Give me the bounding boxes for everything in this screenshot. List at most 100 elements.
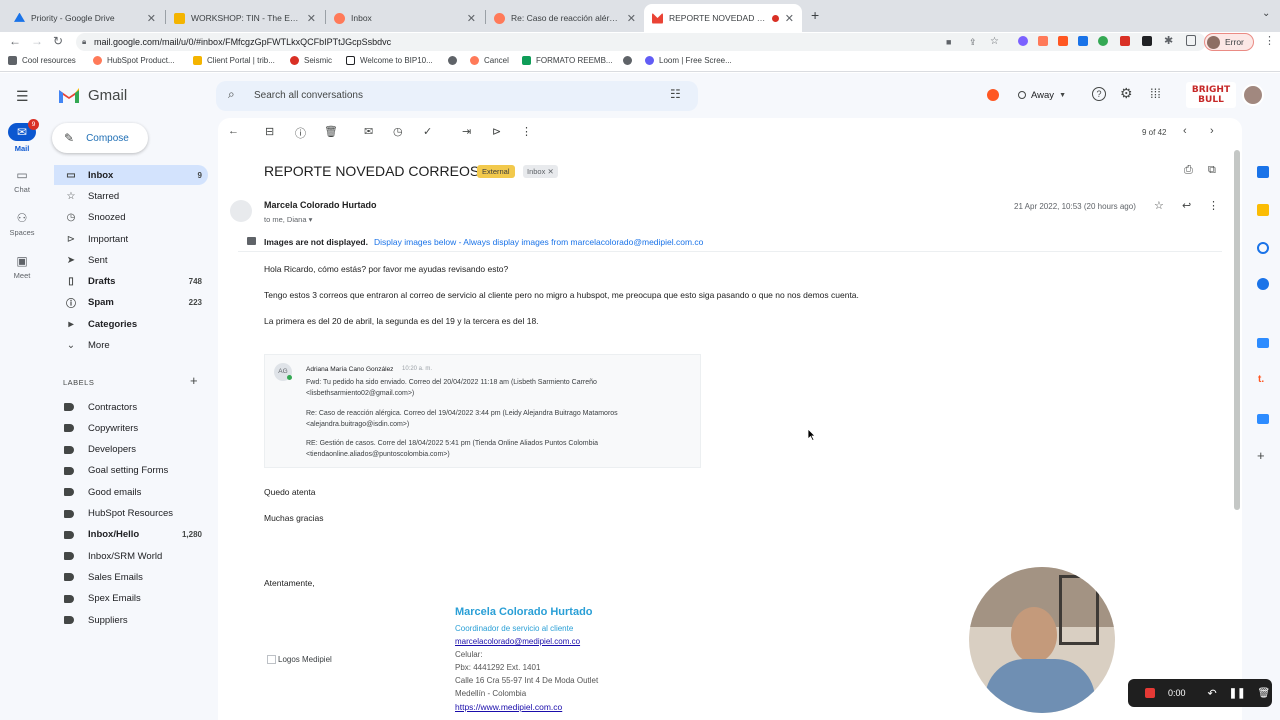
signature-website-link[interactable]: https://www.medipiel.com.co (455, 702, 562, 712)
extension-icon[interactable] (1120, 36, 1130, 46)
back-arrow-icon[interactable]: ← (9, 34, 21, 48)
zoom-icon[interactable] (1257, 338, 1269, 348)
extension-icon[interactable] (1018, 36, 1028, 46)
apps-grid-icon[interactable]: ⁞⁞⁞ (1150, 86, 1161, 101)
compose-button[interactable]: ✎ Compose (52, 123, 148, 153)
pause-icon[interactable]: ❚❚ (1229, 688, 1246, 699)
nav-categories[interactable]: ▸ Categories (54, 314, 208, 334)
trash-icon[interactable]: 🗑︎ (1258, 688, 1271, 699)
label-item[interactable]: Spex Emails (54, 589, 208, 609)
label-icon[interactable]: ⊳ (492, 125, 501, 138)
search-input[interactable]: Search all conversations (254, 90, 363, 101)
label-item[interactable]: Inbox/SRM World (54, 546, 208, 566)
reload-icon[interactable]: ↻ (53, 34, 63, 48)
help-icon[interactable]: ? (1092, 87, 1106, 101)
extension-icon[interactable] (1038, 36, 1048, 46)
back-to-inbox-icon[interactable]: ← (228, 125, 239, 137)
tab-search-icon[interactable]: ⌄ (1262, 8, 1270, 19)
newer-chevron-icon[interactable]: ‹ (1183, 125, 1187, 137)
bookmark-formato-reemb[interactable]: FORMATO REEMB... (522, 56, 613, 65)
scrollbar-thumb[interactable] (1234, 150, 1240, 510)
settings-gear-icon[interactable]: ⚙ (1120, 85, 1133, 102)
bookmark-globe[interactable] (623, 56, 637, 65)
account-avatar[interactable] (1242, 84, 1264, 106)
extension-icon[interactable]: t. (1258, 374, 1264, 385)
nav-more[interactable]: ⌄ More (54, 335, 208, 355)
bookmark-client-portal[interactable]: Client Portal | trib... (193, 56, 275, 65)
rail-chat[interactable]: ▭ Chat (0, 168, 44, 194)
nav-snoozed[interactable]: ◷ Snoozed (54, 207, 208, 227)
move-to-icon[interactable]: ⇥ (462, 125, 471, 138)
nav-inbox[interactable]: ▭ Inbox 9 (54, 165, 208, 185)
tab-inbox[interactable]: Inbox ✕ (326, 4, 484, 32)
zoom-icon[interactable] (1257, 414, 1269, 424)
star-icon[interactable]: ☆ (1154, 199, 1164, 212)
recipients[interactable]: to me, Diana ▾ (264, 215, 312, 224)
archive-icon[interactable]: ⊟ (265, 125, 274, 138)
status-dropdown[interactable]: Away ▼ (1012, 85, 1074, 105)
tab-workshop[interactable]: WORKSHOP: TIN - The Essent ✕ (166, 4, 324, 32)
close-tab-icon[interactable]: ✕ (627, 12, 636, 25)
close-tab-icon[interactable]: ✕ (467, 12, 476, 25)
close-tab-icon[interactable]: ✕ (307, 12, 316, 25)
extension-icon[interactable] (1078, 36, 1088, 46)
camera-icon[interactable]: ■ (946, 33, 951, 51)
inbox-label-chip[interactable]: Inbox ✕ (523, 165, 558, 178)
nav-sent[interactable]: ➤ Sent (54, 250, 208, 270)
report-spam-icon[interactable]: ⓘ (295, 125, 306, 141)
close-tab-icon[interactable]: ✕ (147, 12, 156, 25)
extension-badge-icon[interactable] (987, 89, 999, 101)
nav-important[interactable]: ⊳ Important (54, 229, 208, 249)
delete-icon[interactable]: 🗑︎ (324, 125, 338, 138)
bookmark-seismic[interactable]: Seismic (290, 56, 332, 65)
display-images-link[interactable]: Display images below - Always display im… (374, 237, 703, 247)
search-bar[interactable]: ⌕ Search all conversations ☷ (216, 81, 698, 111)
puzzle-icon[interactable]: ✱ (1164, 34, 1173, 47)
webcam-bubble[interactable] (969, 567, 1115, 713)
label-item[interactable]: Suppliers (54, 610, 208, 630)
bookmark-loom[interactable]: Loom | Free Scree... (645, 56, 732, 65)
bookmark-cancel[interactable]: Cancel (470, 56, 509, 65)
address-bar[interactable]: 🔒︎ mail.google.com/mail/u/0/#inbox/FMfcg… (76, 33, 1206, 51)
tasks-icon[interactable] (1257, 242, 1269, 254)
rail-mail[interactable]: ✉ 9 Mail (0, 119, 44, 153)
undo-icon[interactable]: ↶ (1208, 687, 1217, 700)
tab-caso-reaccion[interactable]: Re: Caso de reacción alérgica ✕ (486, 4, 644, 32)
label-item[interactable]: Good emails (54, 482, 208, 502)
label-item[interactable]: HubSpot Resources (54, 504, 208, 524)
contacts-icon[interactable] (1257, 278, 1269, 290)
label-item[interactable]: Goal setting Forms (54, 461, 208, 481)
label-item[interactable]: Copywriters (54, 418, 208, 438)
extension-icon[interactable] (1058, 36, 1068, 46)
label-item[interactable]: Inbox/Hello 1,280 (54, 525, 208, 545)
remove-label-icon[interactable]: ✕ (547, 167, 553, 176)
bookmark-hubspot-product[interactable]: HubSpot Product... (93, 56, 175, 65)
nav-drafts[interactable]: ▯ Drafts 748 (54, 271, 208, 291)
bookmark-star-icon[interactable]: ☆ (990, 33, 999, 51)
open-new-window-icon[interactable]: ⧉ (1208, 164, 1216, 177)
add-addon-icon[interactable]: + (1257, 448, 1265, 463)
label-item[interactable]: Sales Emails (54, 567, 208, 587)
mark-unread-icon[interactable]: ✉ (364, 125, 373, 138)
more-actions-icon[interactable]: ⋮ (521, 125, 532, 138)
rail-spaces[interactable]: ⚇ Spaces (0, 211, 44, 237)
label-item[interactable]: Contractors (54, 397, 208, 417)
more-vertical-icon[interactable]: ⋮ (1208, 199, 1219, 212)
extension-icon[interactable] (1142, 36, 1152, 46)
share-icon[interactable]: ⇪ (969, 33, 977, 51)
profile-error-button[interactable]: Error (1204, 33, 1254, 51)
nav-starred[interactable]: ☆ Starred (54, 186, 208, 206)
reply-icon[interactable]: ↩ (1182, 199, 1191, 212)
hamburger-menu-icon[interactable]: ☰ (16, 88, 29, 105)
bookmark-bip10[interactable]: Welcome to BIP10... (346, 56, 433, 65)
nav-spam[interactable]: ⓘ Spam 223 (54, 292, 208, 312)
add-task-icon[interactable]: ✓ (423, 125, 432, 138)
search-options-icon[interactable]: ☷ (670, 87, 681, 101)
bookmark-globe[interactable] (448, 56, 462, 65)
forward-arrow-icon[interactable]: → (31, 34, 43, 48)
extension-icon[interactable] (1098, 36, 1108, 46)
print-icon[interactable]: ⎙ (1184, 164, 1193, 177)
rail-meet[interactable]: ▣ Meet (0, 254, 44, 280)
new-tab-button[interactable]: + (811, 7, 819, 23)
older-chevron-icon[interactable]: › (1210, 125, 1214, 137)
